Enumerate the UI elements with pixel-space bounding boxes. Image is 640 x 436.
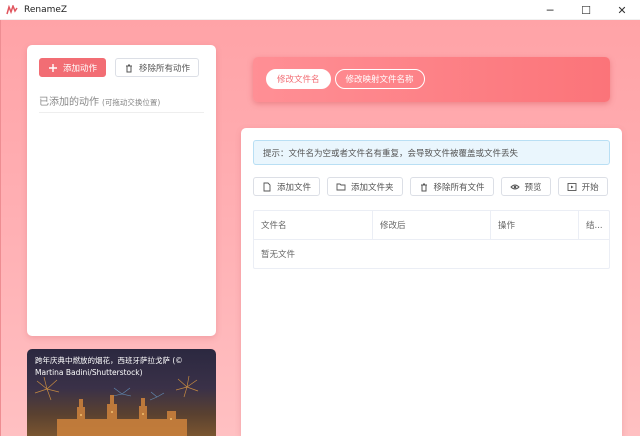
column-filename[interactable]: 文件名 bbox=[254, 211, 373, 239]
column-actions[interactable]: 操作 bbox=[491, 211, 579, 239]
file-icon bbox=[263, 182, 271, 191]
add-action-label: 添加动作 bbox=[63, 63, 98, 74]
add-file-button[interactable]: 添加文件 bbox=[253, 177, 321, 196]
column-result[interactable]: 结... bbox=[579, 211, 609, 239]
added-actions-heading: 已添加的动作 (可拖动交换位置) bbox=[39, 93, 160, 108]
add-file-label: 添加文件 bbox=[277, 182, 312, 193]
warning-notice: 提示：文件名为空或者文件名有重复，会导致文件被覆盖或文件丢失 bbox=[253, 140, 610, 165]
start-label: 开始 bbox=[581, 182, 599, 193]
folder-icon bbox=[336, 183, 346, 190]
mode-card: 修改文件名 修改映射文件名称 bbox=[253, 57, 610, 102]
tab-rename-files[interactable]: 修改文件名 bbox=[266, 69, 331, 89]
eye-icon bbox=[509, 184, 520, 189]
app-body: 添加动作 移除所有动作 已添加的动作 (可拖动交换位置) 跨年庆典中燃放的烟花，… bbox=[0, 20, 640, 436]
add-folder-button[interactable]: 添加文件夹 bbox=[327, 177, 403, 196]
maximize-button[interactable]: ☐ bbox=[568, 0, 604, 20]
remove-all-files-button[interactable]: 移除所有文件 bbox=[409, 177, 494, 196]
remove-all-actions-button[interactable]: 移除所有动作 bbox=[115, 58, 200, 77]
file-toolbar: 添加文件 添加文件夹 移除所有文件 预览 开始 bbox=[253, 177, 608, 196]
title-bar: RenameZ ─ ☐ ✕ bbox=[0, 0, 640, 20]
table-header: 文件名 修改后 操作 结... bbox=[254, 211, 609, 240]
close-button[interactable]: ✕ bbox=[604, 0, 640, 20]
actions-panel: 添加动作 移除所有动作 已添加的动作 (可拖动交换位置) bbox=[27, 45, 216, 336]
start-button[interactable]: 开始 bbox=[557, 177, 608, 196]
tab-rename-mapped-files[interactable]: 修改映射文件名称 bbox=[334, 69, 425, 89]
wallpaper-card: 跨年庆典中燃放的烟花，西班牙萨拉戈萨 (© Martina Badini/Shu… bbox=[27, 349, 216, 436]
column-renamed[interactable]: 修改后 bbox=[373, 211, 491, 239]
app-logo-icon bbox=[6, 3, 18, 15]
trash-icon bbox=[420, 183, 427, 191]
preview-button[interactable]: 预览 bbox=[500, 177, 551, 196]
minimize-button[interactable]: ─ bbox=[532, 0, 568, 20]
added-actions-label: 已添加的动作 bbox=[39, 97, 99, 108]
files-panel: 提示：文件名为空或者文件名有重复，会导致文件被覆盖或文件丢失 添加文件 添加文件… bbox=[241, 128, 622, 436]
add-folder-label: 添加文件夹 bbox=[351, 182, 394, 193]
add-action-button[interactable]: 添加动作 bbox=[39, 58, 107, 77]
window-title: RenameZ bbox=[24, 4, 68, 15]
preview-label: 预览 bbox=[524, 182, 542, 193]
drag-hint: (可拖动交换位置) bbox=[102, 98, 161, 107]
remove-all-actions-label: 移除所有动作 bbox=[139, 63, 191, 74]
files-table: 文件名 修改后 操作 结... 暂无文件 bbox=[253, 210, 610, 269]
wallpaper-caption: 跨年庆典中燃放的烟花，西班牙萨拉戈萨 (© Martina Badini/Shu… bbox=[35, 356, 183, 377]
empty-table-message: 暂无文件 bbox=[261, 250, 296, 260]
remove-all-files-label: 移除所有文件 bbox=[433, 182, 485, 193]
plus-icon bbox=[49, 63, 57, 72]
play-icon bbox=[567, 182, 577, 191]
trash-icon bbox=[126, 64, 133, 72]
divider bbox=[39, 112, 204, 113]
